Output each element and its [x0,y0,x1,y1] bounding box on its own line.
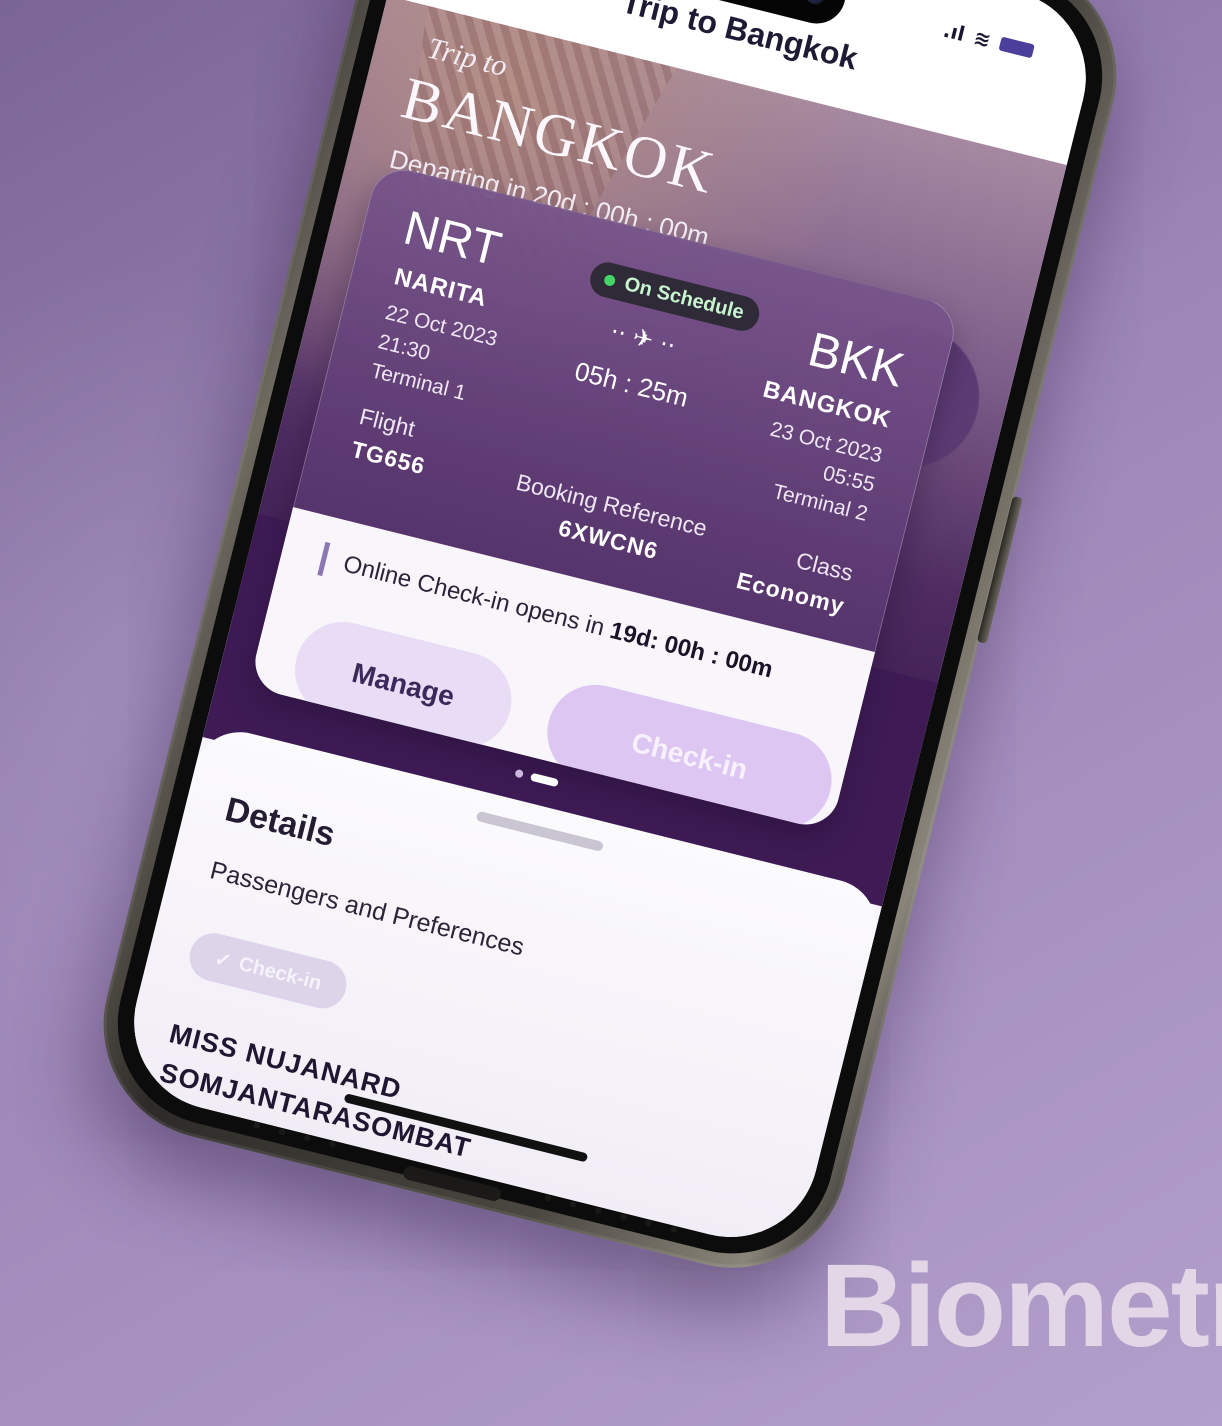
check-icon: ✓ [212,947,234,973]
checkin-info-time: 19d: 00h : 00m [607,616,776,684]
status-text: On Schedule [622,273,747,324]
sheet-grabber[interactable] [475,810,605,852]
wifi-icon: ≋ [971,25,994,53]
class-label: Class [793,546,856,586]
stage: Trip to BANGKOK Departing in 20d : 00h :… [0,0,1222,1426]
destination-code: BKK [803,323,910,398]
phone-mockup: Trip to BANGKOK Departing in 20d : 00h :… [79,0,1141,1293]
battery-icon [998,36,1035,59]
flight-duration: 05h : 25m [571,355,692,413]
status-icons: .ıl ≋ [941,18,1036,64]
airplane-icon: ·· ✈ ·· [607,317,679,361]
passenger-checkin-tag: ✓ Check-in [184,928,352,1014]
flight-number: TG656 [348,435,429,480]
camera-icon [803,0,828,7]
origin-code: NRT [398,201,507,277]
details-title: Details [221,790,339,855]
signal-icon: .ıl [940,17,968,47]
status-dot-icon [603,273,617,288]
passenger-checkin-label: Check-in [236,952,324,995]
overlay-caption: Biometr [820,1240,1222,1372]
page-dot-inactive[interactable] [514,768,525,779]
flight-label: Flight [356,402,418,442]
